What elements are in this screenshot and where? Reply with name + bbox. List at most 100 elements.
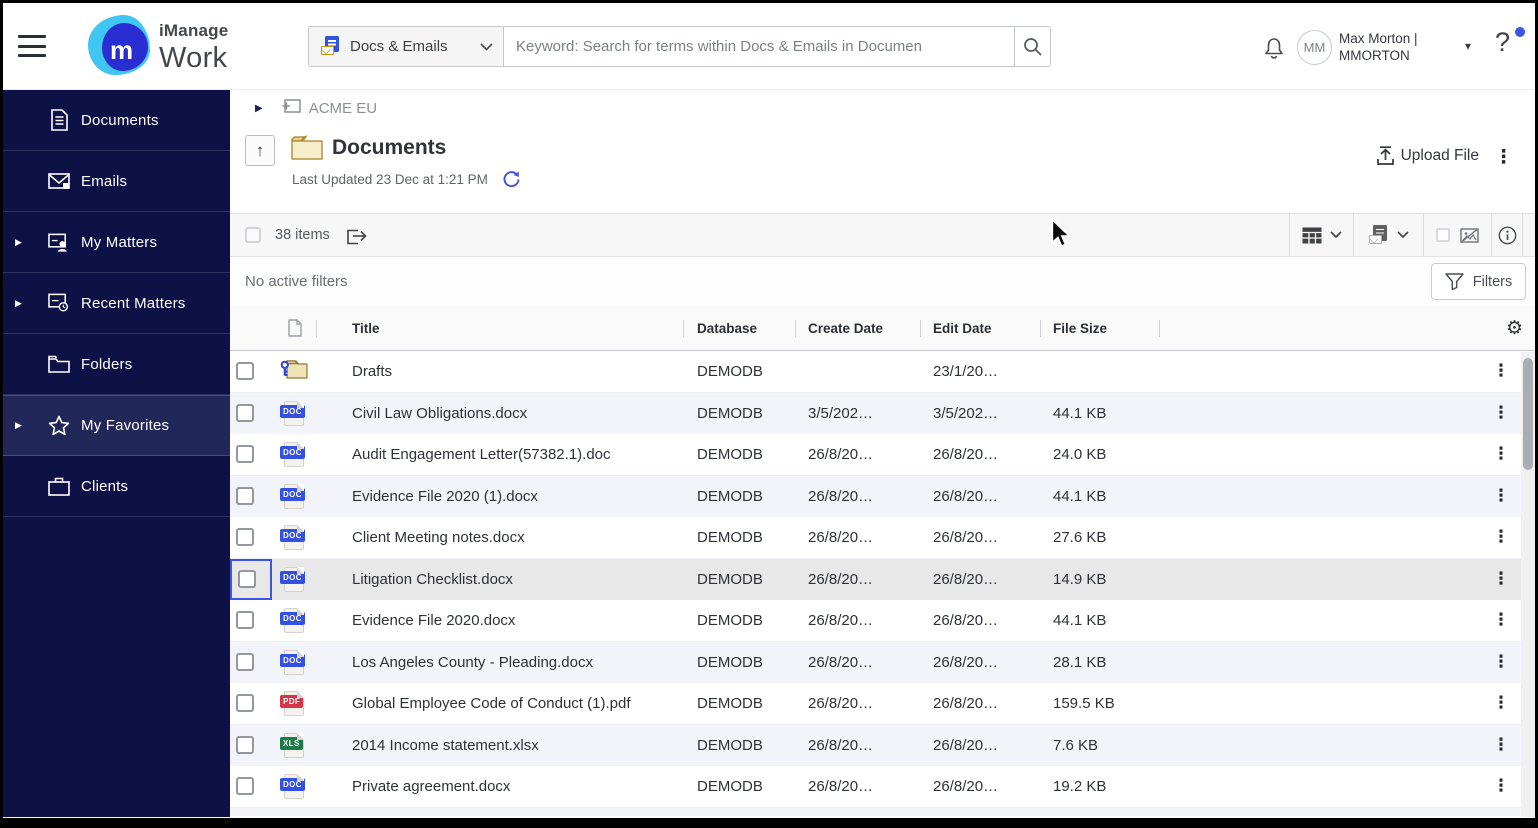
document-title[interactable]: Private agreement.docx bbox=[316, 778, 683, 795]
document-title[interactable]: Evidence File 2020 (1).docx bbox=[316, 488, 683, 505]
document-title[interactable]: Client Meeting notes.docx bbox=[316, 529, 683, 546]
sidebar-item-documents[interactable]: Documents bbox=[3, 90, 230, 151]
filters-button[interactable]: Filters bbox=[1431, 263, 1526, 300]
table-row[interactable]: DOC Evidence File 2020.docx DEMODB 26/8/… bbox=[230, 600, 1521, 642]
search-input[interactable] bbox=[504, 27, 1014, 66]
scrollbar-thumb[interactable] bbox=[1523, 358, 1533, 470]
row-checkbox[interactable] bbox=[236, 487, 254, 506]
email-document-dropdown[interactable] bbox=[1354, 214, 1424, 256]
file-type-badge: DOC bbox=[280, 653, 305, 667]
row-checkbox[interactable] bbox=[236, 362, 254, 381]
sidebar-item-clients[interactable]: Clients bbox=[3, 456, 230, 517]
edit-date-value: 3/5/202… bbox=[933, 404, 999, 422]
row-menu-button[interactable]: ⋮ bbox=[1481, 444, 1521, 464]
table-row[interactable]: DOC Private agreement.docx DEMODB 26/8/2… bbox=[230, 766, 1521, 808]
export-button[interactable] bbox=[346, 226, 367, 245]
row-checkbox-cell[interactable] bbox=[230, 393, 272, 435]
page-menu-button[interactable]: ⋮ bbox=[1494, 146, 1513, 169]
breadcrumb-workspace[interactable]: ACME EU bbox=[309, 100, 377, 117]
edit-date-value: 23/1/20… bbox=[933, 362, 999, 380]
document-title[interactable]: Audit Engagement Letter(57382.1).doc bbox=[316, 446, 683, 463]
document-title[interactable]: Global Employee Code of Conduct (1).pdf bbox=[316, 695, 683, 712]
document-title[interactable]: Evidence File 2020.docx bbox=[316, 612, 683, 629]
table-view-dropdown[interactable] bbox=[1290, 214, 1354, 256]
expand-caret-icon[interactable]: ▶ bbox=[15, 420, 22, 431]
document-title[interactable]: Civil Law Obligations.docx bbox=[316, 405, 683, 422]
row-checkbox[interactable] bbox=[238, 570, 256, 589]
user-menu-caret-icon[interactable]: ▾ bbox=[1465, 39, 1471, 53]
row-checkbox[interactable] bbox=[236, 694, 254, 713]
table-row[interactable]: DOC Civil Law Obligations.docx DEMODB 3/… bbox=[230, 392, 1521, 435]
sidebar-item-folders[interactable]: Folders bbox=[3, 334, 230, 395]
row-menu-button[interactable]: ⋮ bbox=[1481, 361, 1521, 381]
row-checkbox[interactable] bbox=[236, 736, 254, 755]
row-menu-button[interactable]: ⋮ bbox=[1481, 693, 1521, 713]
row-menu-button[interactable]: ⋮ bbox=[1481, 486, 1521, 506]
row-menu-button[interactable]: ⋮ bbox=[1481, 527, 1521, 547]
row-checkbox[interactable] bbox=[236, 445, 254, 464]
row-checkbox[interactable] bbox=[236, 611, 254, 630]
expand-caret-icon[interactable]: ▶ bbox=[15, 237, 22, 248]
row-checkbox-cell[interactable] bbox=[230, 351, 272, 392]
table-row[interactable]: DOC Client Meeting notes.docx DEMODB 26/… bbox=[230, 517, 1521, 559]
table-row[interactable]: DOC Audit Engagement Letter(57382.1).doc… bbox=[230, 434, 1521, 476]
sidebar-item-my-favorites[interactable]: ▶ My Favorites bbox=[3, 395, 230, 456]
info-button[interactable] bbox=[1492, 214, 1522, 256]
sidebar-item-emails[interactable]: Emails bbox=[3, 151, 230, 212]
document-title[interactable]: Drafts bbox=[316, 363, 683, 380]
help-button[interactable]: ? bbox=[1495, 27, 1510, 58]
document-title[interactable]: 2014 Income statement.xlsx bbox=[316, 737, 683, 754]
preview-checkbox[interactable] bbox=[1436, 228, 1450, 242]
row-menu-button[interactable]: ⋮ bbox=[1481, 403, 1521, 423]
document-title[interactable]: Los Angeles County - Pleading.docx bbox=[316, 654, 683, 671]
row-checkbox-cell[interactable] bbox=[230, 766, 272, 807]
row-checkbox-cell[interactable] bbox=[230, 476, 272, 518]
notifications-button[interactable] bbox=[1262, 36, 1286, 65]
column-header-edit-date[interactable]: Edit Date bbox=[920, 306, 1040, 350]
sidebar-item-recent-matters[interactable]: ▶ Recent Matters bbox=[3, 273, 230, 334]
avatar[interactable]: MM bbox=[1297, 30, 1332, 65]
row-checkbox-cell[interactable] bbox=[230, 600, 272, 641]
column-header-title[interactable]: Title bbox=[316, 306, 683, 350]
vertical-scrollbar[interactable] bbox=[1521, 352, 1535, 817]
row-menu-button[interactable]: ⋮ bbox=[1481, 776, 1521, 796]
row-menu-button[interactable]: ⋮ bbox=[1481, 610, 1521, 630]
row-checkbox[interactable] bbox=[236, 528, 254, 547]
row-menu-button[interactable]: ⋮ bbox=[1481, 735, 1521, 755]
upload-file-button[interactable]: Upload File bbox=[1376, 146, 1479, 165]
row-checkbox-cell[interactable] bbox=[230, 683, 272, 724]
column-header-file-size[interactable]: File Size bbox=[1040, 306, 1160, 350]
table-row[interactable]: DOC Evidence File 2020 (1).docx DEMODB 2… bbox=[230, 475, 1521, 518]
row-checkbox[interactable] bbox=[236, 777, 254, 796]
column-settings-gear-icon[interactable]: ⚙ bbox=[1506, 317, 1523, 339]
sidebar-item-label: Documents bbox=[81, 111, 159, 129]
table-row[interactable]: DOC Los Angeles County - Pleading.docx D… bbox=[230, 641, 1521, 684]
row-checkbox-cell[interactable] bbox=[230, 517, 272, 558]
row-checkbox-cell[interactable] bbox=[230, 725, 272, 767]
document-title[interactable]: Litigation Checklist.docx bbox=[316, 571, 683, 588]
row-checkbox-cell[interactable] bbox=[230, 642, 272, 684]
select-all-checkbox[interactable] bbox=[245, 227, 261, 243]
row-menu-button[interactable]: ⋮ bbox=[1481, 652, 1521, 672]
column-header-create-date[interactable]: Create Date bbox=[795, 306, 920, 350]
row-checkbox[interactable] bbox=[236, 653, 254, 672]
table-row[interactable]: DOC Litigation Checklist.docx DEMODB 26/… bbox=[230, 558, 1521, 600]
row-checkbox-cell[interactable] bbox=[230, 558, 272, 600]
row-checkbox[interactable] bbox=[236, 404, 254, 423]
sidebar: Documents Emails ▶ My Matters ▶ Recent M… bbox=[3, 90, 230, 817]
search-button[interactable] bbox=[1014, 27, 1050, 66]
table-row[interactable]: PDF Global Employee Code of Conduct (1).… bbox=[230, 683, 1521, 725]
navigate-up-button[interactable]: ↑ bbox=[245, 135, 275, 166]
column-header-database[interactable]: Database bbox=[683, 306, 795, 350]
preview-toggle-group[interactable] bbox=[1424, 214, 1492, 256]
search-scope-dropdown[interactable]: Docs & Emails bbox=[309, 27, 504, 66]
refresh-button[interactable] bbox=[502, 170, 521, 194]
sidebar-item-my-matters[interactable]: ▶ My Matters bbox=[3, 212, 230, 273]
hamburger-menu-icon[interactable] bbox=[18, 35, 46, 57]
row-menu-button[interactable]: ⋮ bbox=[1481, 569, 1521, 589]
row-checkbox-cell[interactable] bbox=[230, 434, 272, 475]
table-row[interactable]: Drafts DEMODB 23/1/20… ⋮ bbox=[230, 351, 1521, 393]
breadcrumb-caret-icon[interactable]: ▶ bbox=[255, 103, 263, 114]
table-row[interactable]: XLS 2014 Income statement.xlsx DEMODB 26… bbox=[230, 724, 1521, 767]
expand-caret-icon[interactable]: ▶ bbox=[15, 298, 22, 309]
